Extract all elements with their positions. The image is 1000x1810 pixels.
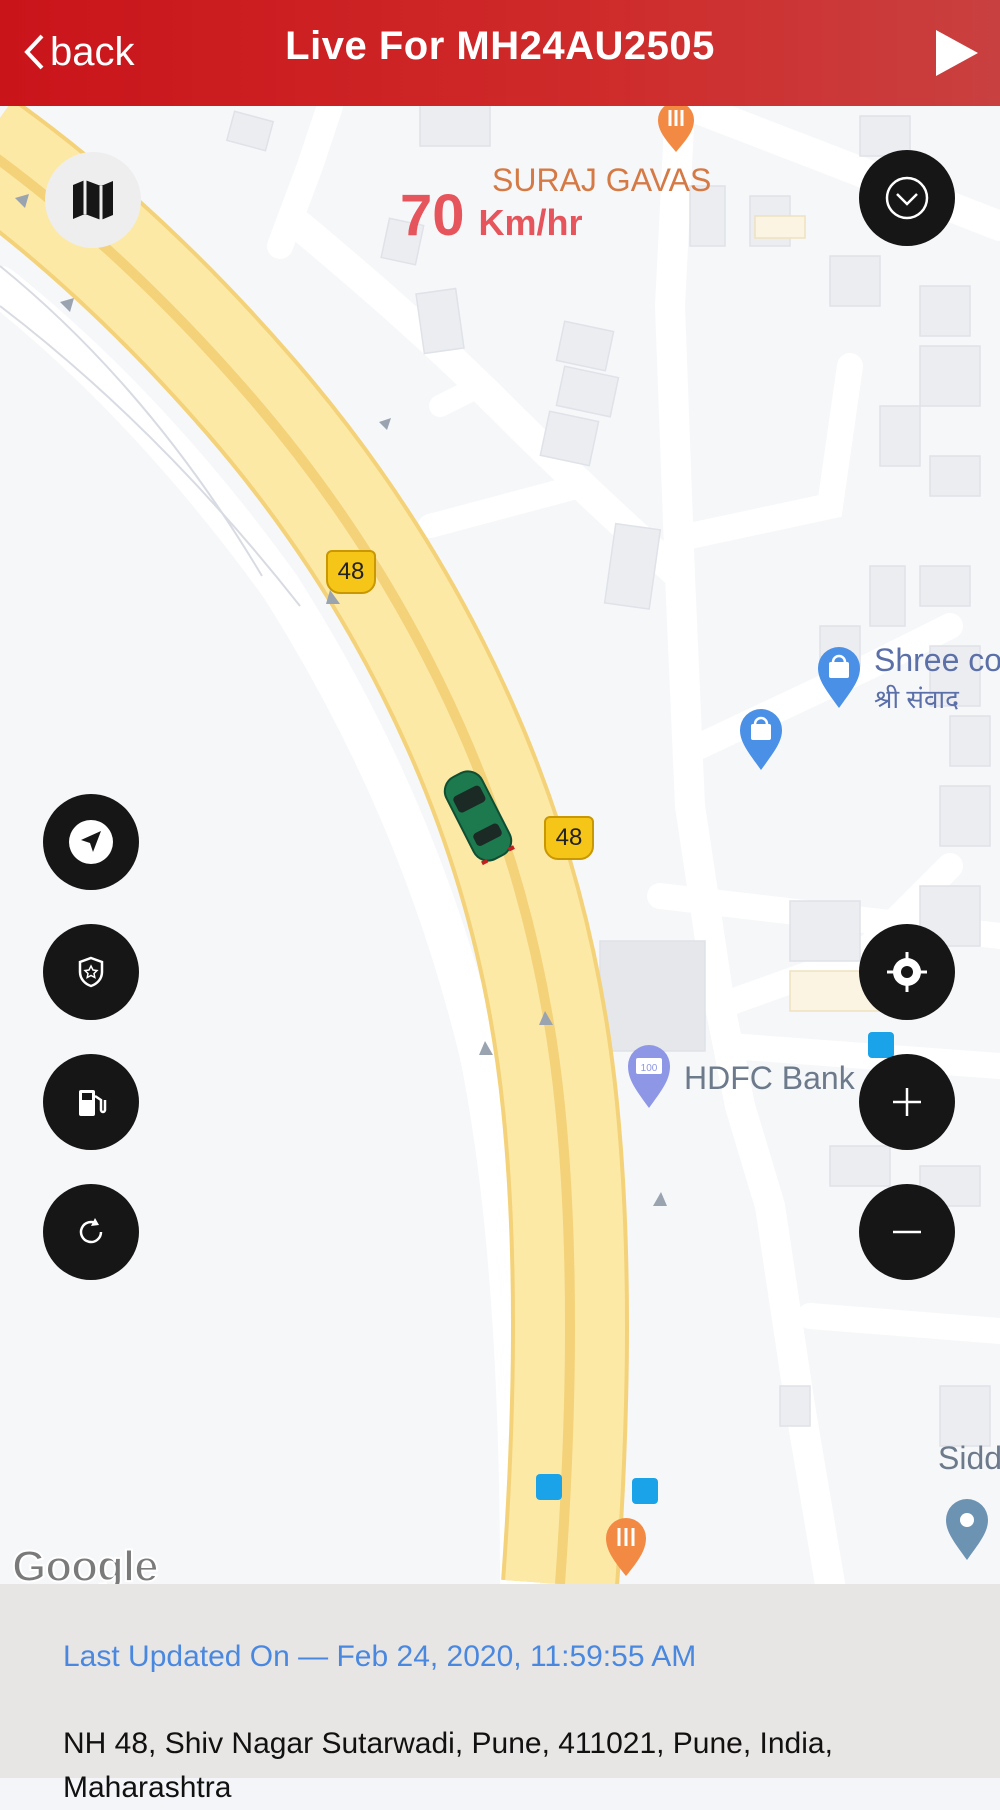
map-canvas — [0, 106, 1000, 1584]
police-station-button[interactable] — [43, 924, 139, 1020]
route-shield: 48 — [326, 550, 376, 594]
my-location-button[interactable] — [859, 924, 955, 1020]
location-pin-icon[interactable] — [942, 1496, 992, 1562]
fuel-pump-icon — [79, 1090, 107, 1116]
page-title: Live For MH24AU2505 — [285, 24, 715, 68]
chevron-down-circle-icon — [885, 176, 929, 220]
poi-label-hdfc[interactable]: HDFC Bank — [684, 1060, 855, 1097]
shopping-pin-icon[interactable] — [814, 644, 864, 710]
map-layers-button[interactable] — [45, 152, 141, 248]
police-badge-icon — [78, 956, 104, 988]
bus-stop-icon[interactable] — [868, 1032, 894, 1058]
speed-value: 70 — [400, 183, 465, 248]
refresh-icon — [79, 1218, 103, 1244]
bus-stop-icon[interactable] — [632, 1478, 658, 1504]
collapse-button[interactable] — [859, 150, 955, 246]
info-panel: Last Updated On — Feb 24, 2020, 11:59:55… — [0, 1584, 1000, 1804]
navigation-arrow-icon — [69, 820, 113, 864]
restaurant-pin-icon[interactable] — [654, 106, 698, 154]
last-updated-text: Last Updated On — Feb 24, 2020, 11:59:55… — [63, 1640, 697, 1673]
shopping-pin-icon[interactable] — [736, 706, 786, 772]
refresh-button[interactable] — [43, 1184, 139, 1280]
restaurant-pin-icon[interactable] — [602, 1516, 650, 1578]
poi-label-shree-hindi: श्री संवाद — [874, 684, 959, 714]
fuel-station-button[interactable] — [43, 1054, 139, 1150]
speed-readout: 70 Km/hr — [400, 182, 583, 249]
bank-pin-icon[interactable]: 100 — [624, 1042, 674, 1110]
svg-text:100: 100 — [641, 1063, 658, 1074]
map-icon — [73, 180, 113, 220]
speed-unit: Km/hr — [478, 202, 583, 243]
route-shield: 48 — [544, 816, 594, 860]
zoom-out-button[interactable] — [859, 1184, 955, 1280]
google-logo[interactable]: Google — [11, 1541, 160, 1584]
poi-label-sidd[interactable]: Sidd — [938, 1440, 1000, 1477]
crosshair-icon — [887, 952, 927, 992]
minus-icon — [893, 1230, 921, 1234]
address-text: NH 48, Shiv Nagar Sutarwadi, Pune, 41102… — [63, 1727, 833, 1804]
navigate-button[interactable] — [43, 794, 139, 890]
bus-stop-icon[interactable] — [536, 1474, 562, 1500]
play-icon[interactable] — [934, 28, 980, 78]
map-view[interactable]: 48 48 SURAJ GAVAS 70 Km/hr Shree co श्री… — [0, 106, 1000, 1584]
top-bar: back Live For MH24AU2505 — [0, 0, 1000, 106]
poi-label-shree[interactable]: Shree co — [874, 642, 1000, 679]
zoom-in-button[interactable] — [859, 1054, 955, 1150]
plus-icon — [893, 1088, 921, 1116]
